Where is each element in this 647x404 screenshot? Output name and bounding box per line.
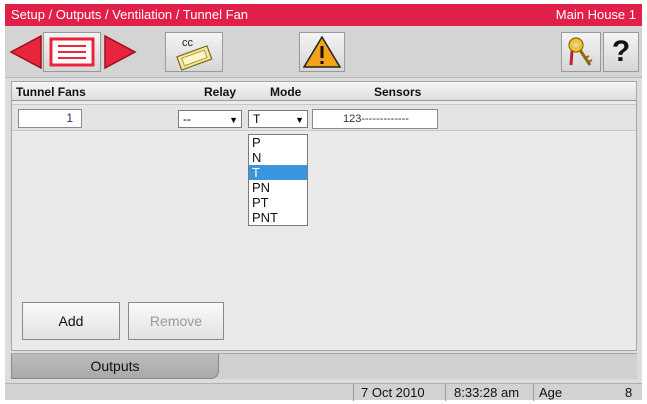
chevron-down-icon: ▼ xyxy=(229,115,238,125)
list-panel-icon xyxy=(49,37,95,67)
app-window: Setup / Outputs / Ventilation / Tunnel F… xyxy=(5,4,642,401)
table-row: 1 -- ▼ T ▼ 123------------- xyxy=(12,104,636,131)
back-button[interactable] xyxy=(9,34,43,70)
arrow-left-icon xyxy=(9,34,42,70)
divider xyxy=(533,384,534,401)
remove-button[interactable]: Remove xyxy=(128,302,224,340)
fan-number-field[interactable]: 1 xyxy=(18,109,82,128)
warning-icon xyxy=(302,35,342,68)
mode-value: T xyxy=(253,112,261,126)
chevron-down-icon: ▼ xyxy=(295,115,304,125)
mode-option[interactable]: PT xyxy=(249,195,307,210)
header-tunnel-fans: Tunnel Fans xyxy=(16,85,86,99)
divider xyxy=(445,384,446,401)
relay-value: -- xyxy=(183,112,191,126)
status-bar: 7 Oct 2010 8:33:28 am Age 8 xyxy=(5,383,642,401)
mode-option[interactable]: P xyxy=(249,135,307,150)
tab-strip: Outputs xyxy=(11,353,637,379)
mode-select[interactable]: T ▼ xyxy=(248,110,308,128)
table-header: Tunnel Fans Relay Mode Sensors xyxy=(12,82,636,101)
tunnel-fan-panel: Tunnel Fans Relay Mode Sensors 1 -- ▼ T … xyxy=(11,81,637,351)
toolbar: cc ? xyxy=(5,26,642,78)
sensors-field[interactable]: 123------------- xyxy=(312,109,438,129)
copy-label: cc xyxy=(182,37,194,49)
arrow-right-icon xyxy=(104,34,137,70)
header-sensors: Sensors xyxy=(374,85,422,99)
cc-copy-icon: cc xyxy=(176,37,213,71)
header-relay: Relay xyxy=(204,85,237,99)
relay-select[interactable]: -- ▼ xyxy=(178,110,242,128)
status-age-value: 8 xyxy=(625,385,633,400)
list-view-button[interactable] xyxy=(43,32,101,72)
status-age-label: Age xyxy=(539,385,563,400)
divider xyxy=(353,384,354,401)
alarm-button[interactable] xyxy=(299,32,345,72)
mode-option-selected[interactable]: T xyxy=(249,165,307,180)
forward-button[interactable] xyxy=(103,34,137,70)
keys-icon xyxy=(568,37,593,66)
help-button[interactable]: ? xyxy=(603,32,639,72)
mode-dropdown-list: P N T PN PT PNT xyxy=(248,134,308,226)
status-time: 8:33:28 am xyxy=(454,385,520,400)
title-bar: Setup / Outputs / Ventilation / Tunnel F… xyxy=(5,4,642,26)
mode-option[interactable]: N xyxy=(249,150,307,165)
mode-option[interactable]: PN xyxy=(249,180,307,195)
copy-button[interactable]: cc xyxy=(165,32,223,72)
add-button[interactable]: Add xyxy=(22,302,120,340)
tab-outputs[interactable]: Outputs xyxy=(11,354,219,379)
login-button[interactable] xyxy=(561,32,601,72)
mode-option[interactable]: PNT xyxy=(249,210,307,225)
help-icon: ? xyxy=(611,35,631,68)
status-date: 7 Oct 2010 xyxy=(361,385,425,400)
header-mode: Mode xyxy=(270,85,302,99)
breadcrumb: Setup / Outputs / Ventilation / Tunnel F… xyxy=(11,7,249,22)
house-name: Main House 1 xyxy=(555,7,636,22)
